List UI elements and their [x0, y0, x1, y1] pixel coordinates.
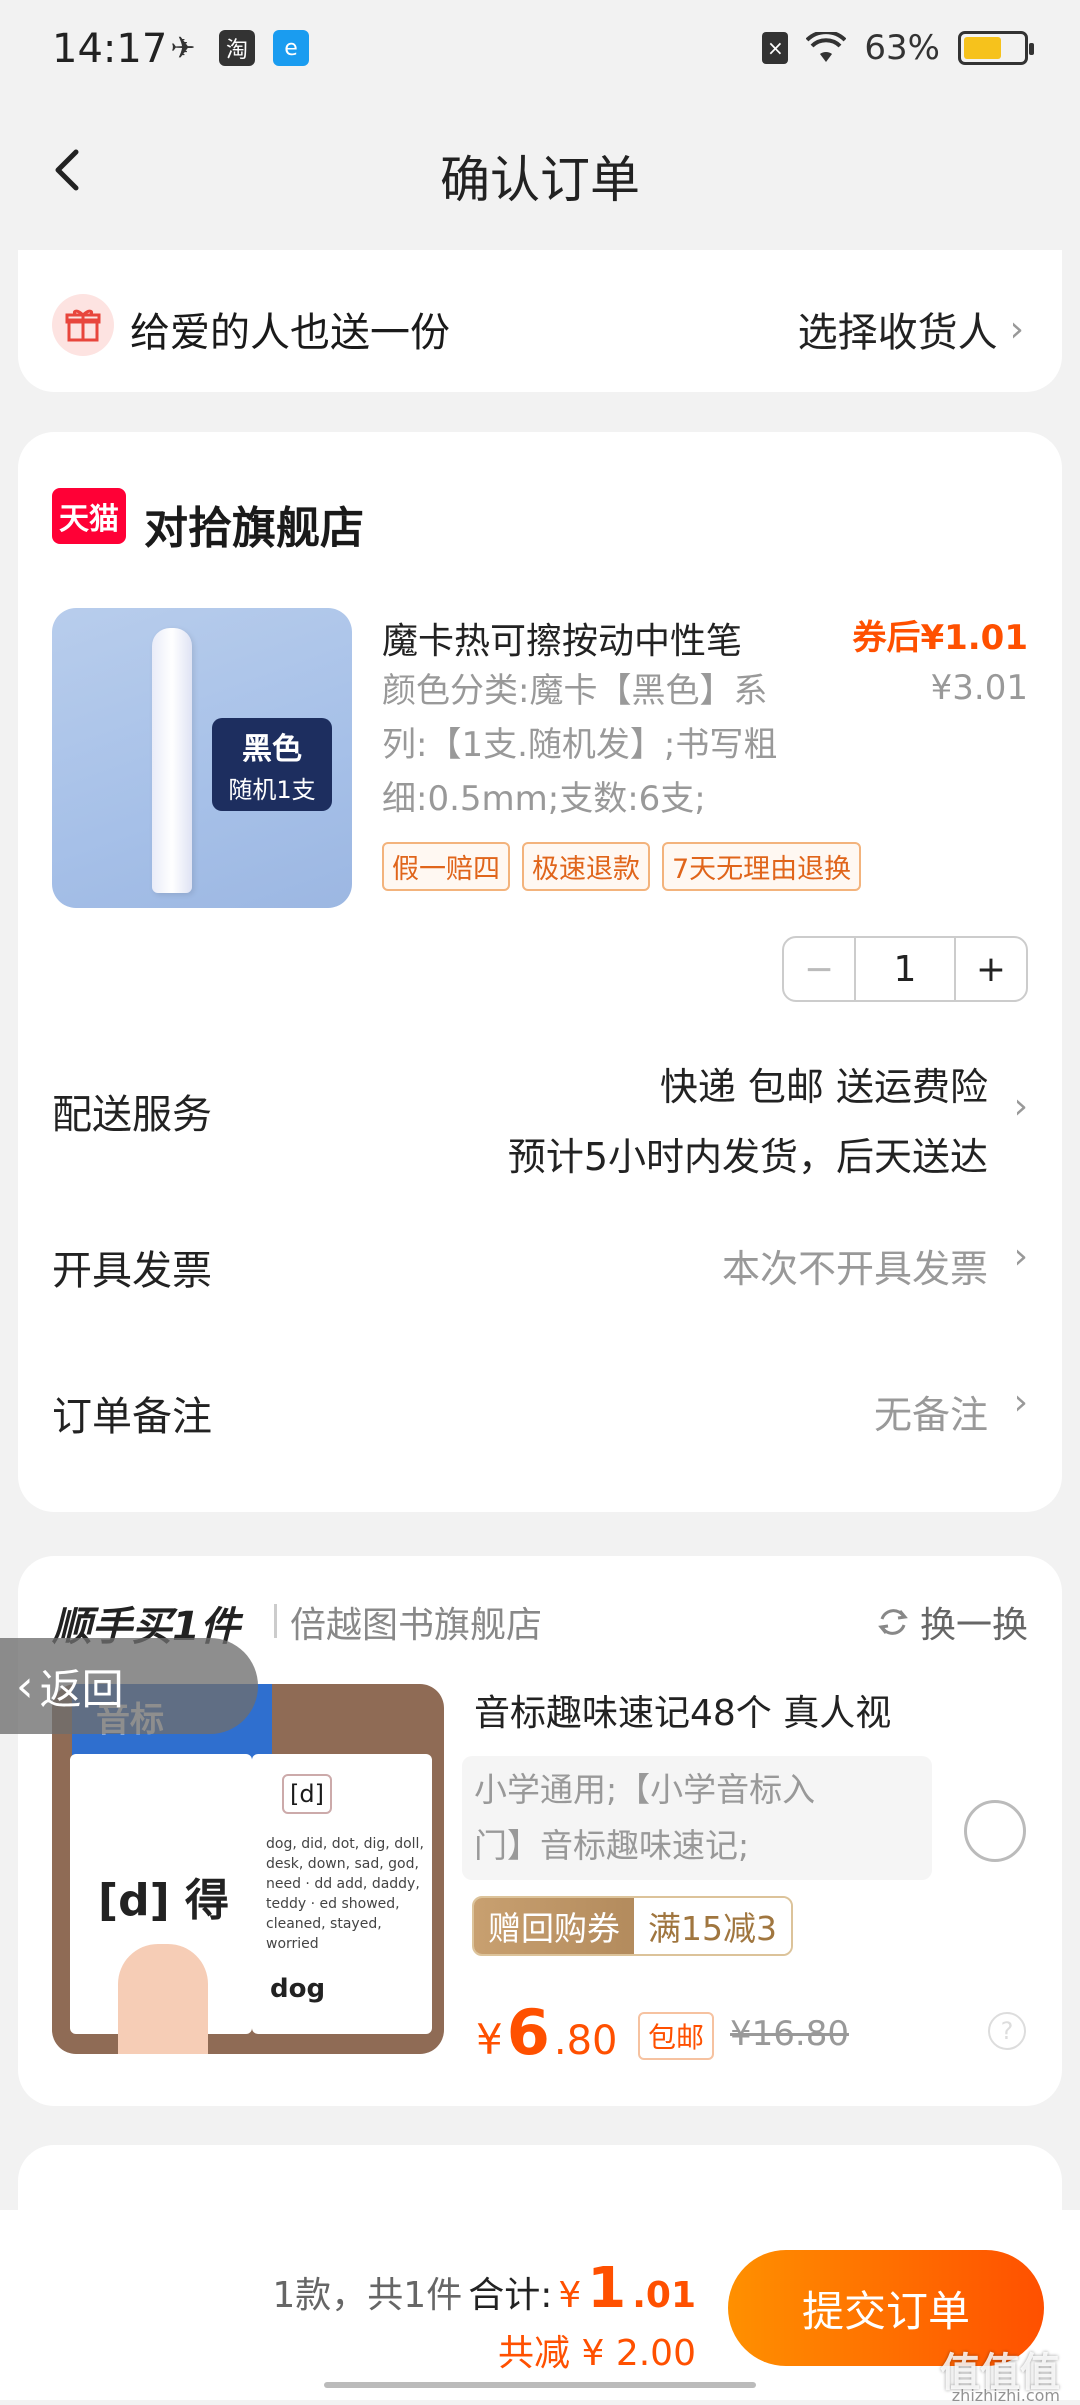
product-title[interactable]: 魔卡热可擦按动中性笔	[382, 612, 742, 664]
delivery-line-1: 快递 包邮 送运费险	[659, 1065, 988, 1109]
chevron-right-icon[interactable]: ›	[1014, 1382, 1028, 1423]
floating-back-label: 返回	[39, 1664, 124, 1714]
status-bar: 14:17 ✈ 淘 e × 63%	[0, 0, 1080, 100]
service-tag: 7天无理由退换	[662, 842, 862, 891]
book-letter: [d] 得	[98, 1875, 230, 1926]
upsell-product-title[interactable]: 音标趣味速记48个 真人视	[474, 1684, 891, 1736]
sim-icon: ×	[762, 32, 789, 64]
tmall-logo: 天猫	[52, 488, 126, 544]
thumbs-up-illustration	[118, 1944, 208, 2054]
free-shipping-badge: 包邮	[638, 2012, 715, 2060]
header: 确认订单	[0, 100, 1080, 250]
quantity-value[interactable]: 1	[856, 938, 954, 1000]
product-image[interactable]: 黑色 随机1支	[52, 608, 352, 908]
help-icon[interactable]: ?	[988, 2012, 1026, 2050]
upsell-product-sku[interactable]: 小学通用;【小学音标入 门】音标趣味速记;	[462, 1756, 932, 1880]
price-after-coupon: 券后¥1.01	[852, 618, 1028, 658]
home-indicator[interactable]	[324, 2382, 756, 2388]
price-currency: ¥	[476, 2015, 503, 2064]
shop-name[interactable]: 对拾旗舰店	[144, 492, 364, 556]
delivery-service-row[interactable]: 快递 包邮 送运费险 预计5小时内发货，后天送达	[508, 1052, 988, 1192]
battery-percent: 63%	[864, 28, 940, 68]
floating-back-button[interactable]: ‹ 返回	[0, 1638, 258, 1734]
status-notification-icons: ✈ 淘 e	[165, 30, 309, 66]
service-tags: 假一赔四 极速退款 7天无理由退换	[382, 842, 862, 891]
image-label-qty: 随机1支	[228, 776, 316, 804]
swap-button[interactable]: 换一换	[874, 1596, 1028, 1648]
sku-line: 列:【1支.随机发】;书写粗	[382, 725, 778, 765]
total-currency: ¥	[558, 2275, 582, 2316]
quantity-stepper: − 1 +	[782, 936, 1028, 1002]
product-image-label: 黑色 随机1支	[212, 718, 332, 811]
price-integer: 6	[506, 1996, 550, 2069]
saved-amount: 共减 ¥ 2.00	[498, 2333, 696, 2374]
battery-level	[964, 37, 1001, 59]
sku-line: 小学通用;【小学音标入	[474, 1770, 816, 1809]
book-word-list: dog, did, dot, dig, doll, desk, down, sa…	[266, 1836, 424, 1952]
chevron-right-icon[interactable]: ›	[1014, 1236, 1028, 1277]
pen-illustration	[152, 628, 192, 893]
chevron-left-icon: ‹	[16, 1660, 34, 1712]
summary-line: 1款，共1件 合计: ¥1.01	[272, 2256, 696, 2321]
book-word: dog	[270, 1974, 326, 2004]
divider	[274, 1604, 277, 1638]
total-integer: 1	[587, 2256, 627, 2321]
page-title: 确认订单	[440, 151, 640, 209]
choose-recipient-label: 选择收货人	[797, 310, 998, 356]
swap-label: 换一换	[919, 1605, 1028, 1646]
book-right-letter: [d]	[282, 1774, 332, 1814]
upsell-price: ¥ 6 .80	[476, 1996, 618, 2069]
status-time: 14:17	[52, 26, 168, 72]
book-left-page: [d] 得	[70, 1754, 252, 2054]
service-tag: 假一赔四	[382, 842, 510, 891]
sku-line: 细:0.5mm;支数:6支;	[382, 779, 706, 819]
chevron-right-icon: ›	[1009, 308, 1024, 350]
original-price: ¥3.01	[930, 668, 1028, 708]
note-value[interactable]: 无备注	[874, 1384, 988, 1439]
select-radio[interactable]	[964, 1800, 1026, 1862]
chevron-right-icon[interactable]: ›	[1014, 1086, 1028, 1127]
total-label: 合计:	[468, 2275, 553, 2316]
choose-recipient-button[interactable]: 选择收货人 ›	[798, 300, 1024, 358]
total-decimal: .01	[632, 2275, 696, 2316]
bottom-bar: 1款，共1件 合计: ¥1.01 共减 ¥ 2.00 提交订单 值值值 zhiz…	[0, 2210, 1080, 2405]
strike-price: ¥16.80	[730, 2014, 849, 2054]
price-decimal: .80	[553, 2018, 618, 2064]
gift-icon	[52, 294, 114, 356]
status-right: × 63%	[762, 28, 1034, 68]
gift-row[interactable]: 给爱的人也送一份 选择收货人 ›	[18, 250, 1062, 392]
gift-text: 给爱的人也送一份	[130, 310, 450, 356]
bird-notification-icon: ✈	[170, 30, 196, 66]
service-tag: 极速退款	[522, 842, 650, 891]
wifi-icon	[806, 32, 847, 62]
coupon-badge: 赠回购券 满15减3	[472, 1896, 793, 1956]
image-label-color: 黑色	[242, 732, 302, 767]
invoice-label: 开具发票	[52, 1248, 212, 1294]
delivery-label: 配送服务	[52, 1092, 212, 1138]
increase-button[interactable]: +	[954, 938, 1026, 1000]
upsell-shop-name[interactable]: 倍越图书旗舰店	[290, 1596, 542, 1648]
ele-notification-icon: e	[273, 30, 309, 66]
invoice-value[interactable]: 本次不开具发票	[722, 1238, 988, 1293]
note-label: 订单备注	[52, 1394, 212, 1440]
upsell-product-image[interactable]: 音标 [d] 得 [d] dog, did, dot, dig, doll, d…	[52, 1684, 444, 2054]
product-sku: 颜色分类:魔卡【黑色】系 列:【1支.随机发】;书写粗 细:0.5mm;支数:6…	[382, 664, 842, 826]
order-card: 天猫 对拾旗舰店 黑色 随机1支 魔卡热可擦按动中性笔 券后¥1.01 颜色分类…	[18, 432, 1062, 1512]
book-right-page: [d] dog, did, dot, dig, doll, desk, down…	[252, 1754, 432, 2034]
count-text: 1款，共1件	[272, 2275, 463, 2316]
watermark-url: zhizhizhi.com	[951, 2386, 1060, 2405]
delivery-line-2: 预计5小时内发货，后天送达	[507, 1135, 988, 1179]
decrease-button[interactable]: −	[784, 938, 856, 1000]
coupon-type: 赠回购券	[474, 1898, 634, 1954]
refresh-icon	[878, 1609, 908, 1635]
taobao-notification-icon: 淘	[219, 30, 255, 66]
battery-icon	[958, 31, 1034, 65]
coupon-rule: 满15减3	[634, 1898, 791, 1954]
sku-line: 门】音标趣味速记;	[474, 1826, 750, 1865]
sku-line: 颜色分类:魔卡【黑色】系	[382, 671, 768, 711]
